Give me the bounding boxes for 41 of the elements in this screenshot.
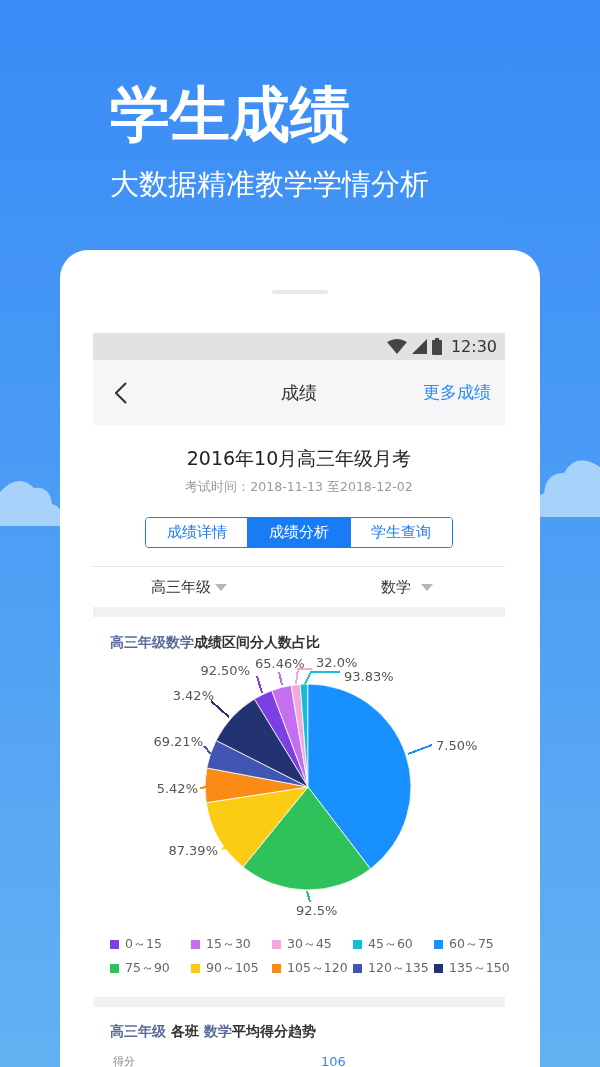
back-icon[interactable] bbox=[115, 381, 127, 404]
value-label: 106 bbox=[321, 1053, 346, 1067]
legend-label: 30～45 bbox=[287, 935, 332, 953]
slice-label: 3.42% bbox=[172, 687, 214, 703]
slice-label: 92.5% bbox=[296, 902, 338, 918]
battery-icon bbox=[431, 338, 442, 355]
slice-label: 87.39% bbox=[168, 842, 218, 858]
legend-label: 105～120 bbox=[287, 959, 348, 977]
legend-label: 45～60 bbox=[368, 935, 413, 953]
signal-icon bbox=[411, 339, 427, 354]
wifi-icon bbox=[386, 339, 407, 354]
slice-label: 32.0% bbox=[316, 655, 358, 670]
chart-title: 高三年级数学成绩区间分人数占比 bbox=[109, 633, 321, 651]
headline: 学生成绩 bbox=[110, 80, 351, 148]
tab[interactable]: 成绩分析 bbox=[247, 518, 350, 547]
exam-title: 2016年10月高三年级月考 bbox=[186, 446, 412, 471]
slice-label: 69.21% bbox=[153, 733, 203, 749]
chart-title: 高三年级 各班 数学平均得分趋势 bbox=[109, 1022, 317, 1040]
exam-period: 考试时间：2018-11-13 至2018-12-02 bbox=[185, 478, 413, 496]
slice-label: 92.50% bbox=[200, 662, 250, 678]
slice-label: 7.50% bbox=[436, 737, 478, 753]
slice-label: 5.42% bbox=[156, 780, 198, 796]
filter-dropdown[interactable]: 数学 bbox=[381, 577, 433, 597]
status-time: 12:30 bbox=[450, 337, 497, 356]
slice-label: 93.83% bbox=[344, 668, 394, 684]
caret-icon bbox=[215, 583, 227, 591]
tagline: 大数据精准教学学情分析 bbox=[110, 166, 430, 202]
tab[interactable]: 学生查询 bbox=[349, 518, 452, 547]
nav-title: 成绩 bbox=[281, 380, 317, 405]
legend-label: 0～15 bbox=[125, 935, 162, 953]
caret-icon bbox=[421, 583, 433, 591]
slice-label: 65.46% bbox=[255, 655, 305, 671]
legend-label: 90～105 bbox=[206, 959, 259, 977]
more-scores-link[interactable]: 更多成绩 bbox=[423, 381, 491, 404]
legend-label: 135～150 bbox=[449, 959, 510, 977]
legend-label: 60～75 bbox=[449, 935, 494, 953]
axis-label: 得分 bbox=[113, 1053, 135, 1067]
legend-label: 120～135 bbox=[368, 959, 429, 977]
legend-label: 75～90 bbox=[125, 959, 170, 977]
filter-dropdown[interactable]: 高三年级 bbox=[151, 577, 227, 597]
legend-label: 15～30 bbox=[206, 935, 251, 953]
